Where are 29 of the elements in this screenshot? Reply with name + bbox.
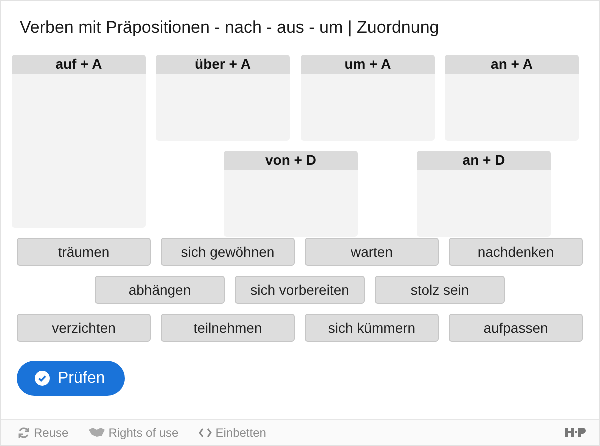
draggable-word[interactable]: aufpassen <box>449 314 583 342</box>
drop-zone[interactable]: von + D <box>224 151 358 237</box>
task-title: Verben mit Präpositionen - nach - aus - um | Zuordnung <box>20 18 440 39</box>
drop-zone[interactable]: auf + A <box>12 55 146 228</box>
code-icon <box>198 428 212 438</box>
drop-zone-label: an + D <box>417 151 551 170</box>
drop-zone-label: an + A <box>445 55 579 74</box>
draggable-word[interactable]: nachdenken <box>449 238 583 266</box>
check-circle-icon <box>35 371 50 386</box>
draggable-word[interactable]: sich kümmern <box>305 314 439 342</box>
draggable-word[interactable]: abhängen <box>95 276 225 304</box>
drop-zone[interactable]: um + A <box>301 55 435 141</box>
drop-zone-label: um + A <box>301 55 435 74</box>
drop-zone[interactable]: über + A <box>156 55 290 141</box>
draggable-word[interactable]: stolz sein <box>375 276 505 304</box>
logo-icon <box>565 427 587 438</box>
draggable-word[interactable]: träumen <box>17 238 151 266</box>
draggable-word[interactable]: verzichten <box>17 314 151 342</box>
drop-zone-label: von + D <box>224 151 358 170</box>
drop-zone[interactable]: an + D <box>417 151 551 237</box>
drop-zone[interactable]: an + A <box>445 55 579 141</box>
draggable-word[interactable]: teilnehmen <box>161 314 295 342</box>
check-button[interactable]: Prüfen <box>17 361 126 396</box>
drop-zone-label: über + A <box>156 55 290 74</box>
refresh-icon <box>18 426 30 438</box>
drop-zone-label: auf + A <box>12 55 146 74</box>
draggable-word[interactable]: sich vorbereiten <box>235 276 365 304</box>
draggable-word[interactable]: warten <box>305 238 439 266</box>
draggable-word[interactable]: sich gewöhnen <box>161 238 295 266</box>
